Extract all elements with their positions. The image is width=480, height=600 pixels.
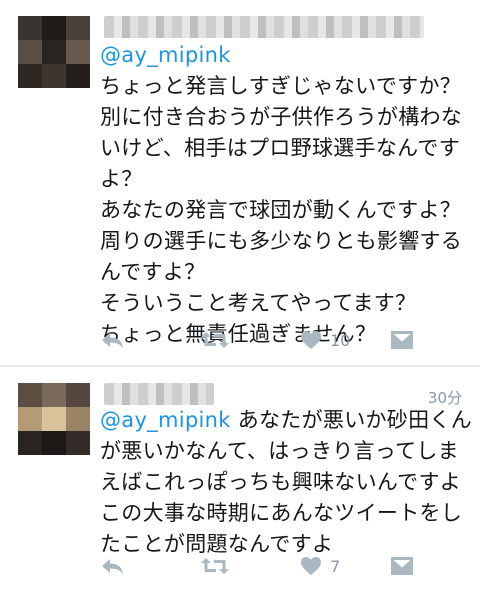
tweet-actions: 10 — [100, 325, 462, 355]
tweet-text-line: 別に付き合おうが子供作ろうが構わな — [100, 105, 463, 129]
reply-button[interactable] — [100, 325, 126, 355]
tweet-text: @ay_mipink ちょっと発言しすぎじゃないですか？ 別に付き合おうが子供作… — [100, 40, 462, 350]
reply-icon — [102, 333, 123, 348]
heart-icon — [301, 557, 321, 575]
tweet[interactable]: 30分 @ay_mipink あなたが悪いか砂田くん が悪いかなんて、はっきり言… — [0, 367, 480, 600]
tweet-text-line: 周りの選手にも多少なりとも影響する — [100, 229, 463, 253]
tweet-text-line: ちょっと発言しすぎじゃないですか？ — [100, 74, 462, 98]
tweet-text-line: えばこれっぽっちも興味ないんですよ — [100, 470, 462, 494]
dm-icon — [391, 331, 413, 349]
tweet-text-line: いけど、相手はプロ野球選手なんです — [100, 136, 460, 160]
tweet-actions: 7 — [100, 551, 462, 581]
direct-message-button[interactable] — [390, 551, 414, 581]
tweet-text-line: が悪いかなんて、はっきり言ってしま — [100, 439, 459, 463]
retweet-button[interactable] — [200, 551, 230, 581]
like-button[interactable]: 7 — [300, 551, 340, 581]
retweet-icon — [201, 558, 229, 574]
avatar[interactable] — [18, 383, 90, 455]
like-button[interactable]: 10 — [300, 325, 350, 355]
direct-message-button[interactable] — [390, 325, 414, 355]
tweet-text-line: よ？ — [100, 167, 143, 191]
heart-icon — [301, 331, 321, 349]
tweet-text-line: あなたの発言で球団が動くんですよ？ — [100, 198, 462, 222]
blurred-username — [104, 16, 424, 38]
reply-button[interactable] — [100, 551, 126, 581]
retweet-icon — [201, 332, 229, 348]
tweet-text-line: そういうこと考えてやってます？ — [100, 291, 417, 315]
retweet-button[interactable] — [200, 325, 230, 355]
avatar[interactable] — [18, 16, 90, 88]
tweet-text-line: あなたが悪いか砂田くん — [230, 408, 473, 432]
mention-link[interactable]: @ay_mipink — [100, 408, 231, 432]
like-count: 7 — [330, 556, 341, 576]
like-count: 10 — [330, 330, 351, 350]
dm-icon — [391, 557, 413, 575]
blurred-username — [104, 383, 214, 405]
tweet-text-line: んですよ？ — [100, 260, 206, 284]
tweet[interactable]: @ay_mipink ちょっと発言しすぎじゃないですか？ 別に付き合おうが子供作… — [0, 0, 480, 366]
reply-icon — [102, 559, 123, 574]
tweet-text-line: この大事な時期にあんなツイートをし — [100, 501, 463, 525]
tweet-text: @ay_mipink あなたが悪いか砂田くん が悪いかなんて、はっきり言ってしま… — [100, 405, 472, 560]
mention-link[interactable]: @ay_mipink — [100, 40, 462, 71]
